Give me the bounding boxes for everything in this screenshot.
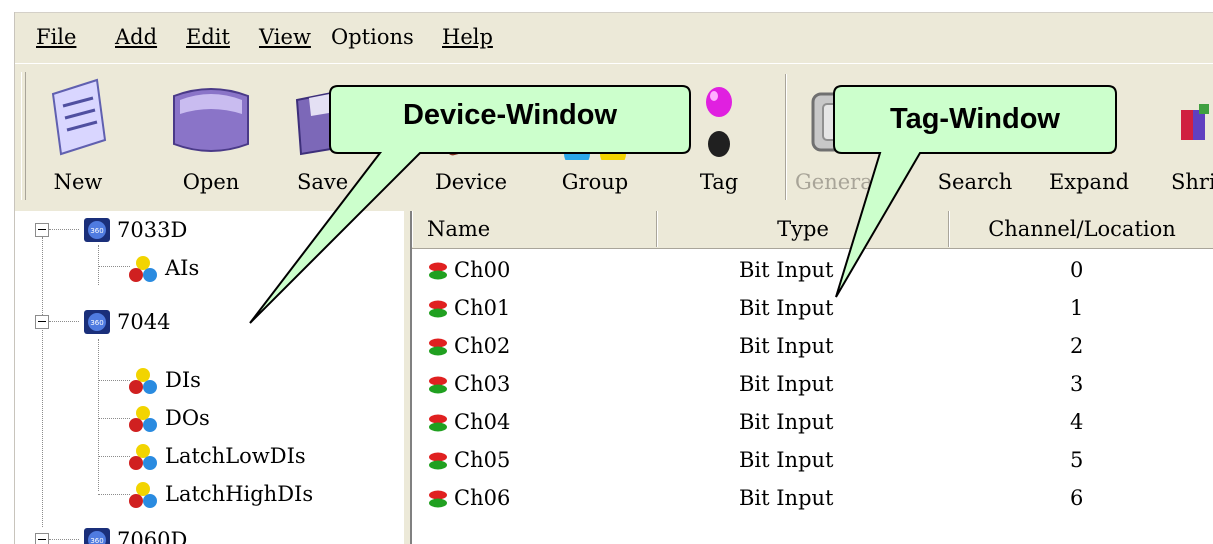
app-window: File Add Edit View Options Help New Open bbox=[0, 0, 1213, 544]
annotation-overlay bbox=[249, 85, 1117, 324]
tag-window-callout-label: Tag-Window bbox=[890, 103, 1060, 135]
device-window-callout-label: Device-Window bbox=[402, 99, 618, 131]
